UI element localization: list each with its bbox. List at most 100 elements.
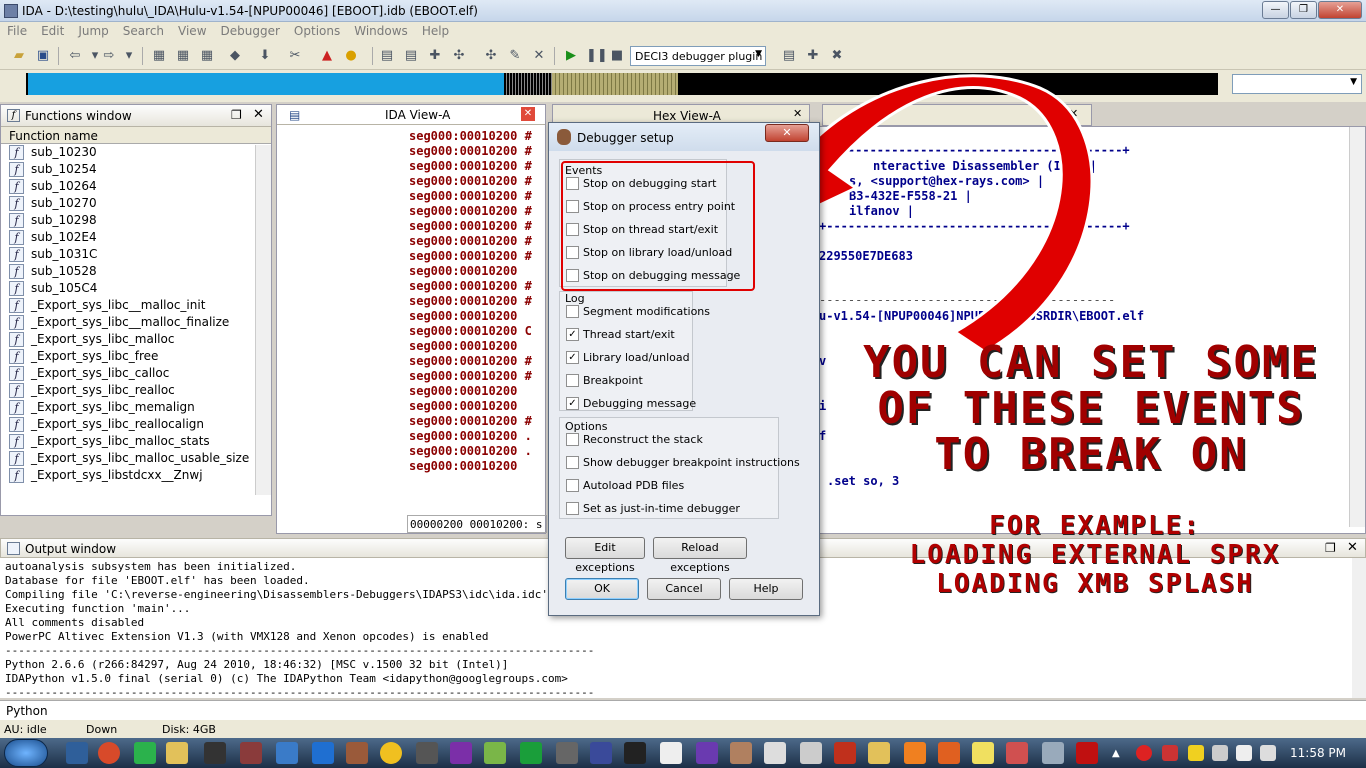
disassembly-listing[interactable]: seg000:00010200 # seg000:00010200 # seg000… [409, 129, 549, 474]
save-icon[interactable]: ▣ [34, 47, 52, 65]
app-icon[interactable] [240, 742, 262, 764]
function-list-item[interactable]: f sub_10528 [1, 263, 271, 280]
volume-icon[interactable] [1260, 745, 1276, 761]
disassembly-line[interactable]: seg000:00010200 # [409, 129, 549, 144]
function-list-item[interactable]: f _Export_sys_libc_free [1, 348, 271, 365]
checkbox-unchecked[interactable] [566, 433, 579, 446]
edit-icon[interactable]: ✎ [506, 47, 524, 65]
close-icon[interactable]: ✕ [521, 107, 535, 121]
disassembly-line[interactable]: seg000:00010200 # [409, 174, 549, 189]
app-icon[interactable] [556, 742, 578, 764]
folder-icon[interactable] [868, 742, 890, 764]
ida-task-icon[interactable] [730, 742, 752, 764]
restore-icon[interactable]: ❐ [231, 108, 242, 122]
function-list-item[interactable]: f _Export_sys_libc_malloc [1, 331, 271, 348]
console-icon[interactable] [204, 742, 226, 764]
app-icon[interactable] [312, 742, 334, 764]
calculator-icon[interactable] [1042, 742, 1064, 764]
close-button[interactable]: ✕ [1318, 1, 1362, 19]
ie-icon[interactable] [66, 742, 88, 764]
chrome-icon[interactable] [98, 742, 120, 764]
function-list-item[interactable]: f _Export_sys_libc_malloc_usable_size [1, 450, 271, 467]
android-app-icon[interactable] [134, 742, 156, 764]
explorer-icon[interactable] [166, 742, 188, 764]
disassembly-line[interactable]: seg000:00010200 # [409, 249, 549, 264]
checkbox-unchecked[interactable] [566, 502, 579, 515]
menu-debugger[interactable]: Debugger [214, 22, 287, 38]
notepad-icon[interactable] [764, 742, 786, 764]
disassembly-line[interactable]: seg000:00010200 [409, 384, 549, 399]
function-list-item[interactable]: f _Export_sys_libc__malloc_finalize [1, 314, 271, 331]
checkbox-unchecked[interactable] [566, 269, 579, 282]
function-name-column-header[interactable]: Function name [1, 127, 271, 144]
app-icon[interactable] [450, 742, 472, 764]
struct-icon[interactable]: ▤ [378, 47, 396, 65]
dialog-close-button[interactable]: ✕ [765, 124, 809, 142]
disassembly-line[interactable]: seg000:00010200 # [409, 279, 549, 294]
function-list-item[interactable]: f sub_102E4 [1, 229, 271, 246]
menu-help[interactable]: Help [415, 22, 456, 38]
function-list-scrollbar[interactable] [255, 145, 271, 495]
tray-icon[interactable] [1162, 745, 1178, 761]
search-immediate-icon[interactable]: ▦ [198, 47, 216, 65]
disassembly-line[interactable]: seg000:00010200 C [409, 324, 549, 339]
play-icon[interactable]: ▶ [562, 47, 580, 65]
disassembly-line[interactable]: seg000:00010200 [409, 399, 549, 414]
disassembly-line[interactable]: seg000:00010200 # [409, 369, 549, 384]
network-icon[interactable] [1236, 745, 1252, 761]
breakpoint-list-icon[interactable]: ▤ [780, 47, 798, 65]
checkbox-checked[interactable]: ✓ [566, 328, 579, 341]
search-binary-icon[interactable]: ▦ [150, 47, 168, 65]
function-list-item[interactable]: f _Export_sys_libc_memalign [1, 399, 271, 416]
disassembly-line[interactable]: seg000:00010200 [409, 309, 549, 324]
app-icon[interactable] [590, 742, 612, 764]
enum-icon[interactable]: ▤ [402, 47, 420, 65]
function-list-item[interactable]: f sub_10254 [1, 161, 271, 178]
delete-icon[interactable]: ✕ [530, 47, 548, 65]
open-folder-icon[interactable]: ▰ [10, 47, 28, 65]
pause-icon[interactable]: ❚❚ [586, 47, 608, 65]
function-list-item[interactable]: f sub_10230 [1, 144, 271, 161]
disassembly-line[interactable]: seg000:00010200 [409, 459, 549, 474]
app-icon[interactable] [1006, 742, 1028, 764]
app-icon[interactable] [380, 742, 402, 764]
stop-icon[interactable]: ■ [608, 47, 626, 65]
tray-expand-icon[interactable]: ▲ [1112, 748, 1124, 760]
app-icon[interactable] [904, 742, 926, 764]
app-icon[interactable] [624, 742, 646, 764]
maximize-button[interactable]: ❐ [1290, 1, 1317, 19]
checkbox-unchecked[interactable] [566, 200, 579, 213]
graph-icon[interactable]: ▲ [318, 47, 336, 65]
menu-search[interactable]: Search [116, 22, 171, 38]
checkbox-unchecked[interactable] [566, 456, 579, 469]
tray-icon[interactable] [1212, 745, 1228, 761]
menu-view[interactable]: View [171, 22, 213, 38]
start-button[interactable] [4, 739, 48, 767]
function-list-item[interactable]: f _Export_sys_libstdcxx__Znwj [1, 467, 271, 484]
add-icon[interactable]: ✚ [426, 47, 444, 65]
tray-icon[interactable] [1188, 745, 1204, 761]
disassembly-line[interactable]: seg000:00010200 # [409, 414, 549, 429]
disassembly-line[interactable]: seg000:00010200 # [409, 294, 549, 309]
app-icon[interactable] [276, 742, 298, 764]
help-button[interactable]: Help [729, 578, 803, 600]
down-arrow-icon[interactable]: ⬇ [256, 47, 274, 65]
disassembly-line[interactable]: seg000:00010200 # [409, 354, 549, 369]
menu-file[interactable]: File [0, 22, 34, 38]
debugger-plugin-select[interactable]: DECI3 debugger plugin ▼ [630, 46, 766, 66]
android-icon[interactable] [484, 742, 506, 764]
navigation-combo[interactable]: ▼ [1232, 74, 1362, 94]
function-list-item[interactable]: f _Export_sys_libc_malloc_stats [1, 433, 271, 450]
checkbox-unchecked[interactable] [566, 223, 579, 236]
app-icon[interactable] [800, 742, 822, 764]
tag-icon[interactable]: ◆ [226, 47, 244, 65]
minimize-button[interactable]: — [1262, 1, 1289, 19]
output-scrollbar[interactable] [1352, 558, 1366, 698]
plugin-icon[interactable]: ✣ [482, 47, 500, 65]
close-icon[interactable]: ✕ [253, 107, 264, 122]
disassembly-line[interactable]: seg000:00010200 . [409, 444, 549, 459]
disassembly-line[interactable]: seg000:00010200 # [409, 234, 549, 249]
function-list-item[interactable]: f sub_1031C [1, 246, 271, 263]
bulb-icon[interactable]: ● [342, 47, 360, 65]
segment-icon[interactable]: ✣ [450, 47, 468, 65]
